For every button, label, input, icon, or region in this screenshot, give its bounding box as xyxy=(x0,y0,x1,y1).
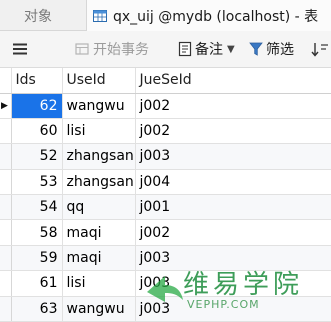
cell-jueseid[interactable]: j002 xyxy=(135,93,331,119)
hamburger-menu-icon xyxy=(13,43,27,55)
filter-icon xyxy=(249,42,263,56)
cell-ids[interactable]: 63 xyxy=(11,296,63,322)
data-grid: Ids UseId JueSeId ▶ 62 wangwu j002 60 li… xyxy=(0,68,331,322)
memo-label: 备注 xyxy=(195,42,223,58)
cell-useid[interactable]: maqi xyxy=(62,219,136,246)
cell-useid[interactable]: zhangsan xyxy=(62,169,136,196)
table-row[interactable]: 54 qq j001 xyxy=(0,194,331,221)
table-row[interactable]: 60 lisi j002 xyxy=(0,118,331,145)
row-header[interactable] xyxy=(0,270,12,297)
cell-ids[interactable]: 58 xyxy=(11,219,63,246)
table-row[interactable]: 59 maqi j003 xyxy=(0,245,331,272)
table-row[interactable]: 63 wangwu j003 xyxy=(0,296,331,322)
cell-ids[interactable]: 60 xyxy=(11,118,63,145)
tab-table-label: qx_uij @mydb (localhost) - 表 xyxy=(113,8,319,25)
row-header[interactable] xyxy=(0,219,12,246)
column-header-useid[interactable]: UseId xyxy=(62,68,136,94)
row-header[interactable] xyxy=(0,296,12,322)
cell-useid[interactable]: qq xyxy=(62,194,136,221)
transaction-icon xyxy=(75,43,89,55)
column-header-ids[interactable]: Ids xyxy=(11,68,63,94)
chevron-down-icon: ▼ xyxy=(227,43,235,55)
tab-objects-label: 对象 xyxy=(24,8,52,25)
cell-jueseid[interactable]: j003 xyxy=(135,245,331,272)
header-row: Ids UseId JueSeId xyxy=(0,68,331,94)
cell-useid[interactable]: lisi xyxy=(62,270,136,297)
row-header[interactable] xyxy=(0,169,12,196)
cell-ids[interactable]: 62 xyxy=(11,93,63,119)
row-header[interactable] xyxy=(0,194,12,221)
cell-useid[interactable]: wangwu xyxy=(62,93,136,119)
tab-objects[interactable]: 对象 xyxy=(0,0,86,31)
cell-jueseid[interactable]: j002 xyxy=(135,219,331,246)
toolbar: 开始事务 备注 ▼ 筛选 xyxy=(0,31,331,68)
sort-button[interactable] xyxy=(311,31,331,67)
row-header[interactable] xyxy=(0,245,12,272)
cell-ids[interactable]: 53 xyxy=(11,169,63,196)
row-header[interactable] xyxy=(0,143,12,170)
cell-ids[interactable]: 52 xyxy=(11,143,63,170)
table-row[interactable]: 58 maqi j002 xyxy=(0,219,331,246)
column-header-jueseid[interactable]: JueSeId xyxy=(135,68,331,94)
cell-jueseid[interactable]: j003 xyxy=(135,296,331,322)
cell-jueseid[interactable]: j002 xyxy=(135,118,331,145)
cell-jueseid[interactable]: j001 xyxy=(135,194,331,221)
cell-useid[interactable]: zhangsan xyxy=(62,143,136,170)
cell-jueseid[interactable]: j003 xyxy=(135,143,331,170)
filter-label: 筛选 xyxy=(266,42,294,58)
table-row[interactable]: ▶ 62 wangwu j002 xyxy=(0,93,331,119)
cell-jueseid[interactable]: j004 xyxy=(135,169,331,196)
row-header[interactable] xyxy=(0,118,12,145)
tab-table-qx-uij[interactable]: qx_uij @mydb (localhost) - 表 xyxy=(86,0,331,31)
cell-useid[interactable]: maqi xyxy=(62,245,136,272)
tab-bar: 对象 qx_uij @mydb (localhost) - 表 xyxy=(0,0,331,31)
row-header[interactable]: ▶ xyxy=(0,93,12,119)
memo-icon xyxy=(178,41,192,57)
table-row[interactable]: 61 lisi j003 xyxy=(0,270,331,297)
cell-ids[interactable]: 54 xyxy=(11,194,63,221)
table-row[interactable]: 52 zhangsan j003 xyxy=(0,143,331,170)
cell-useid[interactable]: lisi xyxy=(62,118,136,145)
filter-button[interactable]: 筛选 xyxy=(249,31,294,67)
sort-icon xyxy=(311,43,328,57)
table-icon xyxy=(93,9,107,22)
cell-useid[interactable]: wangwu xyxy=(62,296,136,322)
begin-transaction-label: 开始事务 xyxy=(93,42,149,58)
cell-ids[interactable]: 59 xyxy=(11,245,63,272)
table-row[interactable]: 53 zhangsan j004 xyxy=(0,169,331,196)
row-header-corner xyxy=(0,68,12,94)
current-row-arrow-icon: ▶ xyxy=(1,100,8,111)
cell-jueseid[interactable]: j003 xyxy=(135,270,331,297)
begin-transaction-button[interactable]: 开始事务 xyxy=(74,31,149,67)
menu-button[interactable] xyxy=(10,31,30,67)
cell-ids[interactable]: 61 xyxy=(11,270,63,297)
memo-button[interactable]: 备注 ▼ xyxy=(178,31,235,67)
